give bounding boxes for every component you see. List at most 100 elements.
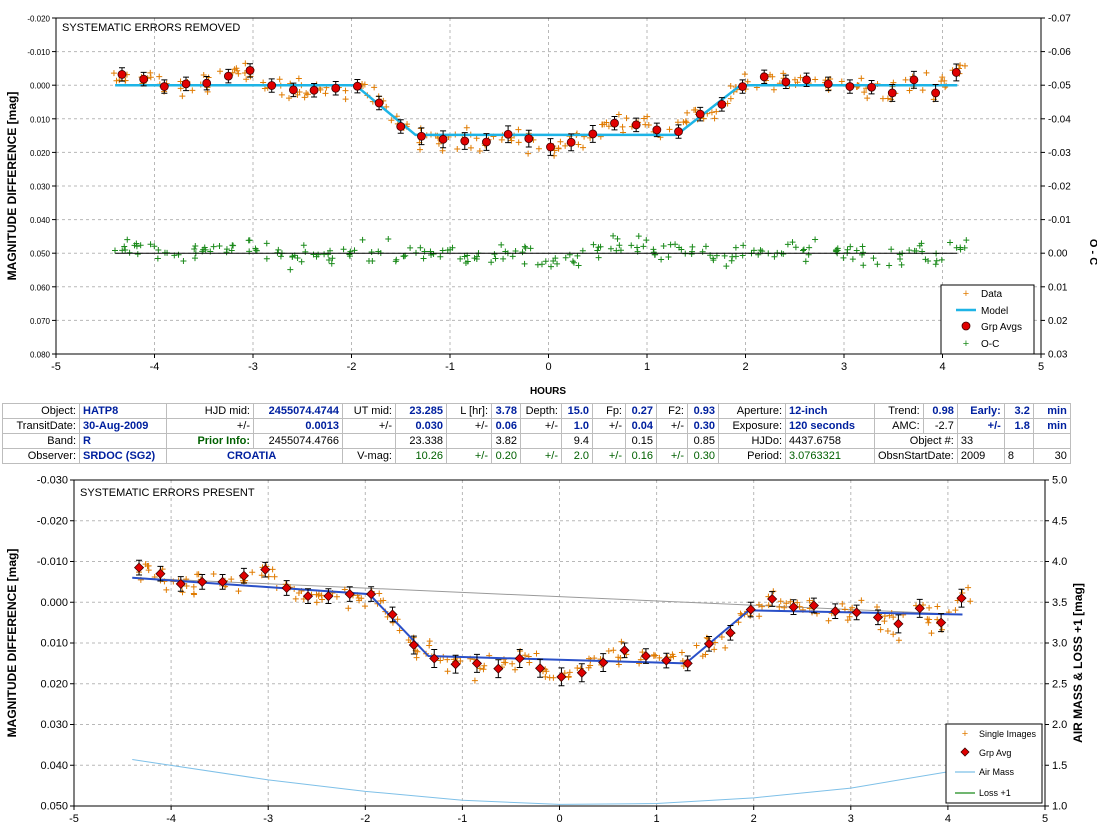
bottom-axis-ticks: -5 -4 -3 -2 -1 0 1 2 3 4 5 -0.030 -0.020 -0.010 0.000 0… (37, 475, 1068, 826)
oc-residual-point (847, 243, 854, 250)
period-label: Period: (718, 448, 786, 464)
oc-residual-point (628, 242, 635, 249)
ut-pm-label: +/- (342, 418, 396, 434)
prior-empty-1 (342, 433, 396, 449)
oc-residual-point (870, 255, 877, 262)
single-image-point (858, 75, 865, 82)
y2-tick-label: -0.02 (1048, 182, 1071, 193)
top-legend-grp-marker (961, 321, 971, 331)
single-image-point (163, 586, 170, 593)
oc-residual-point (721, 252, 728, 259)
group-average-marker (223, 71, 233, 81)
objnum-empty-1 (1003, 433, 1034, 449)
y-tick-label: 0.020 (40, 678, 68, 690)
group-average-marker (610, 118, 619, 128)
f2-value: 0.93 (687, 403, 719, 419)
oc-residual-point (888, 246, 895, 253)
single-image-point (919, 87, 926, 94)
f2-error-value-2: 0.30 (687, 448, 719, 464)
oc-residual-point (635, 233, 642, 240)
oc-residual-point (634, 244, 641, 251)
length-error-value: 0.06 (491, 418, 521, 434)
prior-info-label: Prior Info: (166, 433, 254, 449)
single-image-point (361, 81, 368, 88)
oc-residual-point (849, 256, 856, 263)
y2-tick-label: 0.02 (1048, 316, 1068, 327)
x-tick-label: 1 (654, 813, 660, 825)
bottom-chart: -5 -4 -3 -2 -1 0 1 2 3 4 5 -0.030 -0.020 -0.010 0.000 0… (5, 475, 1085, 826)
bottom-legend-grp-label: Grp Avg (979, 748, 1011, 758)
oc-residual-point (534, 261, 541, 268)
x-tick-label: 0 (556, 813, 562, 825)
oc-residual-point (154, 255, 161, 262)
depth-pm-label: +/- (520, 418, 562, 434)
single-image-point (776, 604, 783, 611)
y-tick-label: -0.030 (37, 475, 68, 487)
group-average-marker (588, 129, 598, 139)
x-tick-label: -5 (51, 361, 61, 373)
bottom-y2-axis-label: AIR MASS & LOSS +1 [mag] (1071, 583, 1085, 743)
oc-residual-point (590, 241, 597, 248)
single-image-point (873, 603, 880, 610)
group-average-marker (181, 79, 191, 89)
bottom-y-axis-label: MAGNITUDE DIFFERENCE [mag] (5, 549, 19, 738)
early-value: 3.2 (1003, 403, 1034, 419)
single-image-point (480, 666, 487, 673)
oc-residual-point (595, 254, 602, 261)
oc-residual-point (519, 249, 526, 256)
single-image-point (249, 569, 256, 576)
f2-pm-label: +/- (656, 418, 688, 434)
y2-tick-label: 4.0 (1052, 556, 1067, 568)
top-legend: + Data Model Grp Avgs + O-C (940, 284, 1035, 355)
oc-residual-point (407, 244, 414, 251)
oc-residual-point (732, 244, 739, 251)
single-image-point (711, 115, 718, 122)
top-legend-oc-marker: + (963, 338, 969, 350)
oc-residual-point (328, 260, 335, 267)
vmag-error-value: 0.20 (491, 448, 521, 464)
oc-residual-point (491, 251, 498, 258)
single-image-point (858, 597, 865, 604)
oc-residual-point (963, 237, 970, 244)
single-image-point (884, 628, 891, 635)
group-average-marker (576, 667, 587, 678)
single-image-point (877, 626, 884, 633)
single-image-point (417, 125, 424, 132)
amc-value: -2.7 (922, 418, 958, 434)
single-image-point (502, 659, 509, 666)
trend-label: Trend: (874, 403, 924, 419)
single-image-point (509, 660, 516, 667)
x-tick-label: -4 (166, 813, 176, 825)
oc-residual-point (112, 247, 119, 254)
y-tick-label: 0.020 (30, 149, 51, 158)
single-image-point (235, 70, 242, 77)
y-tick-label: 0.080 (30, 351, 51, 360)
period-value: 3.0763321 (785, 448, 875, 464)
y-tick-label: 0.050 (40, 801, 68, 813)
oc-residual-point (660, 242, 667, 249)
bottom-model (132, 576, 963, 665)
oc-residual-point (643, 237, 650, 244)
transit-info-table: Object: HATP8 HJD mid: 2455074.4744 UT m… (2, 403, 1071, 464)
single-image-point (276, 76, 283, 83)
group-average-marker (202, 78, 212, 88)
group-average-marker (802, 75, 811, 85)
single-image-point (957, 62, 964, 69)
oc-residual-point (488, 259, 495, 266)
single-image-point (926, 604, 933, 611)
aperture-label: Aperture: (718, 403, 786, 419)
air-mass-curve (132, 759, 963, 805)
obsn-day-value: 30 (1032, 448, 1071, 464)
hjdo-label: HJDo: (718, 433, 786, 449)
oc-residual-point (542, 258, 549, 265)
info-row-4: Observer: SRDOC (SG2) CROATIA V-mag: 10.… (2, 448, 1071, 464)
single-image-point (376, 590, 383, 597)
y-tick-label: 0.050 (30, 250, 51, 259)
exposure-value: 120 seconds (785, 418, 875, 434)
observer-value: SRDOC (SG2) (79, 448, 167, 464)
group-average-marker (524, 134, 534, 144)
single-image-point (890, 614, 897, 621)
group-average-marker (931, 88, 941, 98)
group-average-marker (139, 74, 149, 84)
single-image-point (961, 62, 968, 69)
